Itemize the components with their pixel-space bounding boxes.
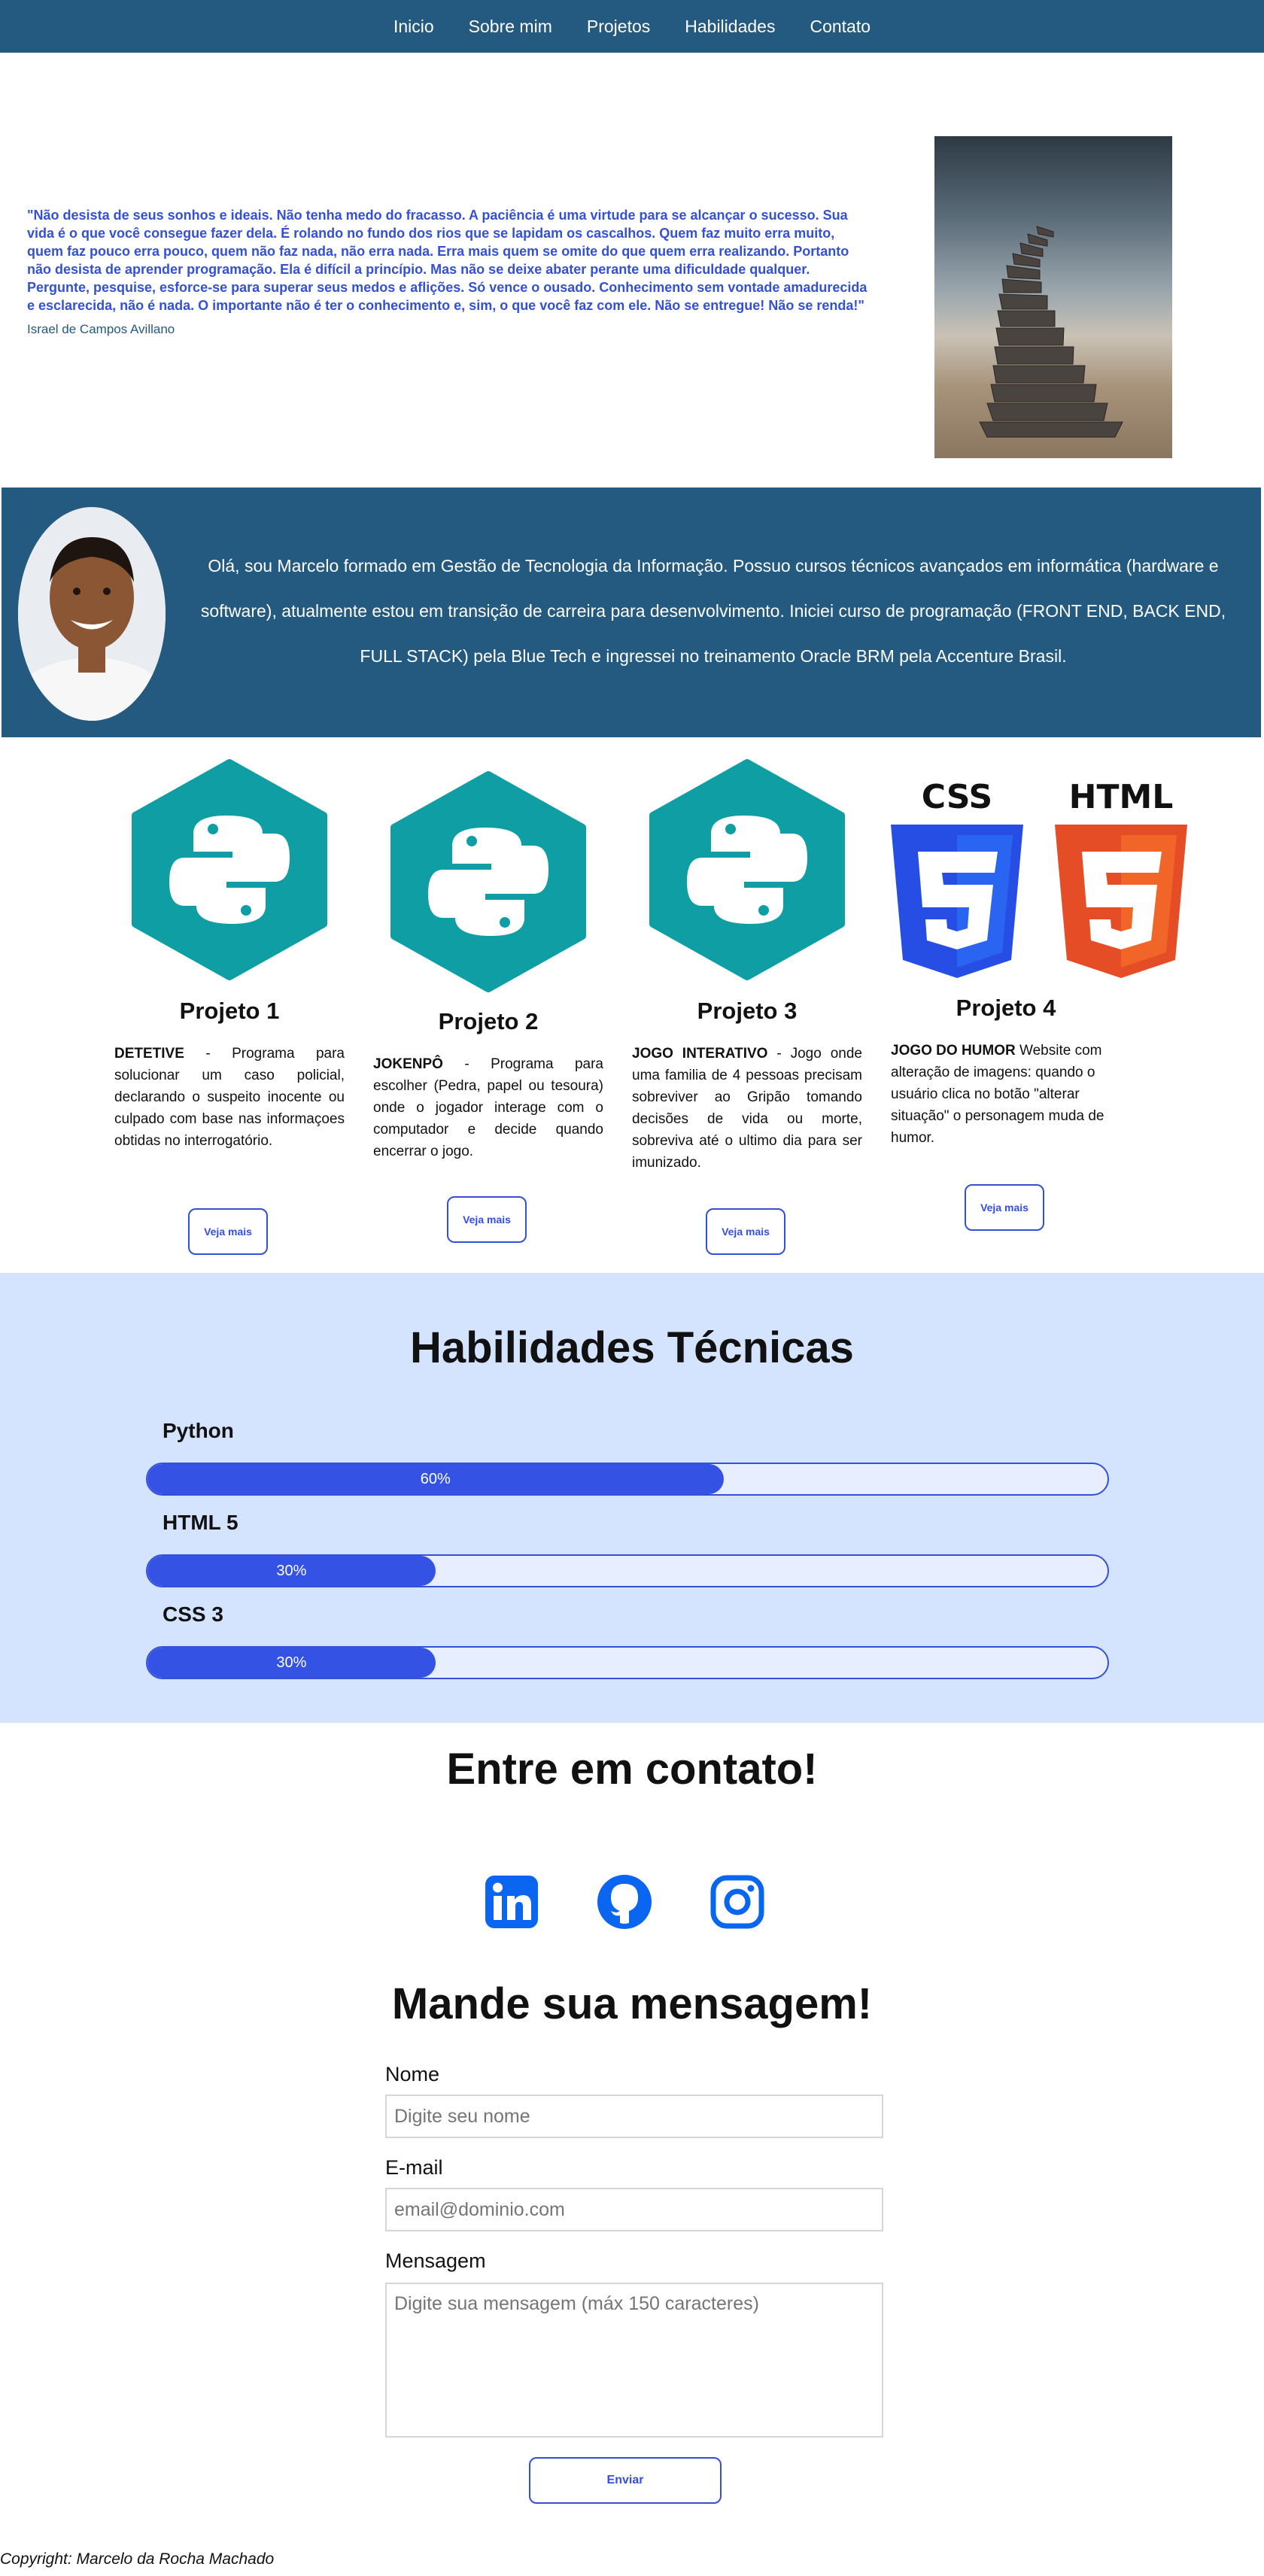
top-nav: Inicio Sobre mim Projetos Habilidades Co… — [0, 0, 1264, 53]
instagram-icon[interactable] — [709, 1873, 766, 1930]
skills-section: Habilidades Técnicas Python 60% HTML 5 3… — [0, 1273, 1264, 1723]
copyright: Copyright: Marcelo da Rocha Machado — [0, 2550, 275, 2568]
motivational-quote: "Não desista de seus sonhos e ideais. Nã… — [27, 208, 867, 313]
project-title: Projeto 4 — [956, 995, 1056, 1021]
project-name: JOGO DO HUMOR — [891, 1043, 1016, 1059]
project-3-icon — [644, 758, 850, 981]
project-4-more-button[interactable]: Veja mais — [965, 1184, 1044, 1231]
email-input[interactable] — [385, 2188, 883, 2231]
project-card-1: Projeto 1 DETETIVE - Programa para soluc… — [114, 998, 345, 1152]
project-2-more-button[interactable]: Veja mais — [447, 1196, 527, 1243]
skill-bar-html: 30% — [146, 1554, 1109, 1587]
nav-item-habilidades[interactable]: Habilidades — [685, 17, 775, 37]
nav-item-sobre-mim[interactable]: Sobre mim — [469, 17, 552, 37]
project-name: JOGO INTERATIVO — [632, 1046, 768, 1062]
project-description: DETETIVE - Programa para solucionar um c… — [114, 1046, 345, 1149]
page: Inicio Sobre mim Projetos Habilidades Co… — [0, 0, 1264, 2576]
nav-item-inicio[interactable]: Inicio — [393, 17, 434, 37]
project-1-more-button[interactable]: Veja mais — [188, 1208, 268, 1255]
linkedin-icon[interactable] — [483, 1873, 540, 1930]
css-logo-text: CSS — [922, 779, 993, 816]
project-title: Projeto 3 — [697, 998, 798, 1024]
message-title: Mande sua mensagem! — [391, 1979, 873, 2028]
project-1-icon — [126, 758, 333, 981]
project-card-4: Projeto 4 JOGO DO HUMOR Website com alte… — [891, 995, 1121, 1149]
skill-bar-fill: 60% — [147, 1464, 724, 1494]
github-icon[interactable] — [596, 1873, 653, 1930]
message-label: Mensagem — [385, 2249, 486, 2272]
skill-bar-python: 60% — [146, 1463, 1109, 1496]
project-description: JOGO INTERATIVO - Jogo onde uma familia … — [632, 1046, 862, 1171]
skill-label-css: CSS 3 — [163, 1602, 223, 1626]
send-button[interactable]: Enviar — [529, 2457, 722, 2504]
skill-bar-css: 30% — [146, 1646, 1109, 1679]
project-card-2: Projeto 2 JOKENPÔ - Programa para escolh… — [373, 1008, 603, 1162]
project-3-more-button[interactable]: Veja mais — [706, 1208, 785, 1255]
project-title: Projeto 2 — [438, 1008, 539, 1034]
project-title: Projeto 1 — [179, 998, 280, 1024]
project-name: JOKENPÔ — [373, 1056, 443, 1072]
skill-bar-fill: 30% — [147, 1648, 436, 1678]
contact-title: Entre em contato! — [446, 1745, 818, 1794]
html-logo-text: HTML — [1069, 779, 1174, 816]
nav-item-projetos[interactable]: Projetos — [587, 17, 650, 37]
project-description: JOKENPÔ - Programa para escolher (Pedra,… — [373, 1056, 603, 1159]
about-text: Olá, sou Marcelo formado em Gestão de Te… — [200, 556, 1226, 666]
name-label: Nome — [385, 2063, 440, 2085]
email-label: E-mail — [385, 2156, 443, 2179]
skills-title: Habilidades Técnicas — [410, 1323, 854, 1372]
name-input[interactable] — [385, 2095, 883, 2138]
skill-label-python: Python — [163, 1419, 234, 1442]
skill-label-html: HTML 5 — [163, 1511, 239, 1534]
project-name: DETETIVE — [114, 1046, 184, 1062]
project-description: JOGO DO HUMOR Website com alteração de i… — [891, 1043, 1104, 1146]
skill-bar-fill: 30% — [147, 1556, 436, 1586]
quote-author: Israel de Campos Avillano — [27, 322, 175, 336]
project-2-icon — [385, 770, 591, 993]
css-html-icon: CSS HTML — [888, 778, 1192, 980]
stairs-image — [934, 136, 1172, 458]
project-card-3: Projeto 3 JOGO INTERATIVO - Jogo onde um… — [632, 998, 862, 1174]
nav-item-contato[interactable]: Contato — [810, 17, 871, 37]
about-section: Olá, sou Marcelo formado em Gestão de Te… — [2, 488, 1261, 737]
profile-photo — [18, 507, 166, 721]
message-textarea[interactable] — [385, 2283, 883, 2438]
